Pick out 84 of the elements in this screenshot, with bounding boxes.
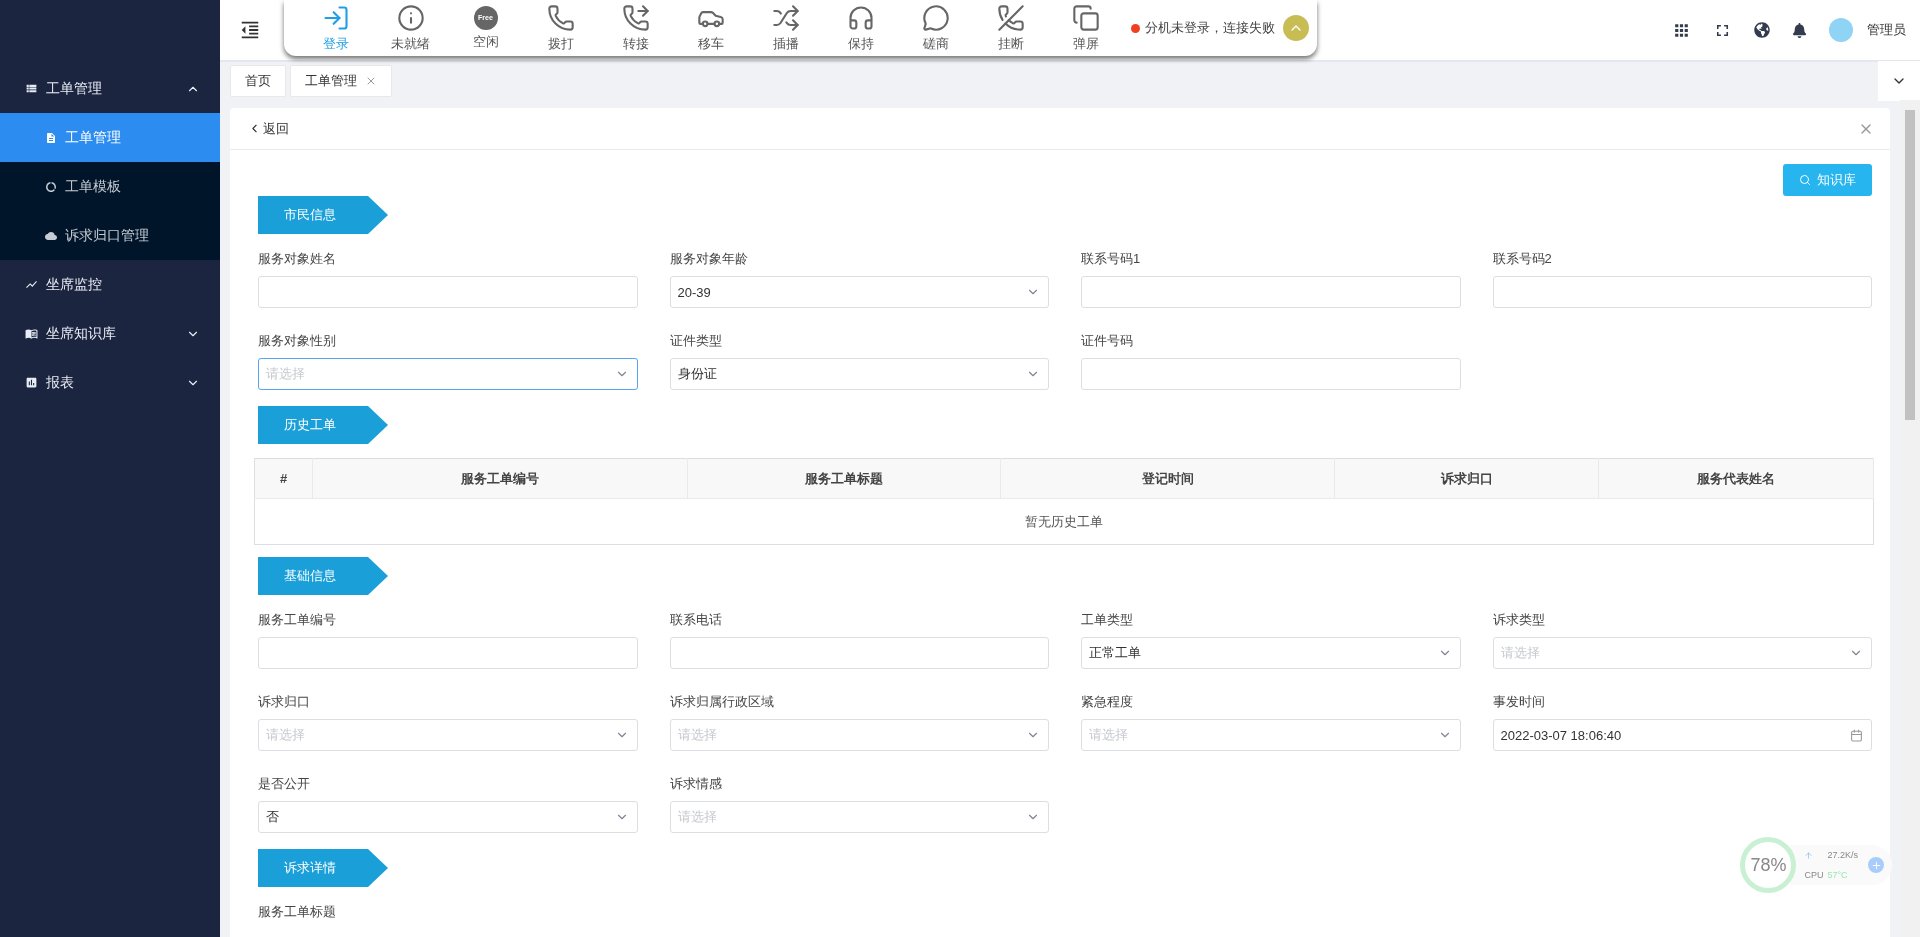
toolbar-button[interactable]: 保持: [823, 0, 898, 56]
column-header: 登记时间: [1000, 458, 1335, 499]
page-tab[interactable]: 首页: [230, 65, 286, 97]
sidebar-item[interactable]: 报表: [0, 358, 220, 407]
search-icon: [1799, 174, 1811, 186]
field-label: 事发时间: [1492, 693, 1546, 711]
network-speed: 27.2K/s: [1827, 850, 1858, 860]
text-field[interactable]: [258, 637, 638, 669]
column-header: #: [254, 458, 313, 499]
field-label: 是否公开: [258, 775, 311, 793]
field-label: 紧急程度: [1081, 693, 1134, 711]
field-label: 工单类型: [1081, 611, 1134, 629]
section-banner: 市民信息: [258, 196, 388, 234]
sidebar-item[interactable]: 坐席监控: [0, 260, 220, 309]
user-name[interactable]: 管理员: [1867, 21, 1906, 39]
field-label: 诉求归口: [258, 693, 311, 711]
select-field[interactable]: 否: [258, 801, 638, 833]
globe-icon[interactable]: [1754, 22, 1770, 38]
column-header: 服务代表姓名: [1598, 458, 1874, 499]
sidebar-subitem[interactable]: 诉求归口管理: [0, 211, 220, 260]
plus-icon: [1870, 859, 1882, 871]
toolbar-button[interactable]: 拨打: [523, 0, 598, 56]
select-field[interactable]: 20-39: [669, 276, 1049, 308]
scrollbar[interactable]: [1900, 100, 1920, 937]
select-field[interactable]: 身份证: [669, 358, 1049, 390]
empty-message: 暂无历史工单: [254, 498, 1874, 545]
indent-icon: [239, 19, 261, 41]
toolbar-button[interactable]: 弹屏: [1048, 0, 1123, 56]
speech-bubble-icon: [921, 3, 950, 32]
sidebar-item[interactable]: 工单管理: [0, 64, 220, 113]
field-label: 服务对象年龄: [669, 250, 749, 268]
field-label: 联系号码1: [1081, 250, 1142, 268]
field-label: 服务对象姓名: [258, 250, 337, 268]
field-label: 服务工单编号: [258, 611, 337, 629]
status-text: 分机未登录，连接失败: [1145, 19, 1275, 37]
text-field[interactable]: [258, 276, 638, 308]
text-field[interactable]: [1081, 276, 1461, 308]
date-field[interactable]: 2022-03-07 18:06:40: [1492, 719, 1872, 751]
toolbar-button[interactable]: 转接: [598, 0, 673, 56]
field-label: 诉求归属行政区域: [669, 693, 775, 711]
field-label: 服务工单标题: [258, 903, 337, 921]
tabs-dropdown-button[interactable]: [1878, 61, 1920, 101]
field-label: 诉求类型: [1492, 611, 1546, 629]
section-banner: 历史工单: [258, 406, 388, 444]
field-label: 联系电话: [669, 611, 723, 629]
section-banner: 基础信息: [258, 557, 388, 595]
back-link[interactable]: 返回: [248, 119, 289, 138]
arrow-up-icon: [1804, 850, 1814, 860]
info-icon: [396, 3, 425, 32]
sidebar-subitem[interactable]: 工单模板: [0, 162, 220, 211]
sidebar-item[interactable]: 坐席知识库: [0, 309, 220, 358]
toolbar-button[interactable]: 未就绪: [373, 0, 448, 56]
text-field[interactable]: [1492, 276, 1872, 308]
toolbar-button[interactable]: 挂断: [973, 0, 1048, 56]
avatar[interactable]: [1829, 18, 1853, 42]
toolbar-button[interactable]: 移车: [673, 0, 748, 56]
column-header: 服务工单标题: [687, 458, 1001, 499]
headphones-icon: [846, 3, 875, 32]
bell-icon[interactable]: [1792, 22, 1807, 38]
page-tab[interactable]: 工单管理: [290, 65, 392, 97]
text-field[interactable]: [1081, 358, 1461, 390]
copy-icon: [1071, 3, 1100, 32]
collapse-button[interactable]: [1283, 15, 1309, 41]
column-header: 服务工单编号: [312, 458, 688, 499]
text-field[interactable]: [669, 637, 1049, 669]
close-icon[interactable]: [365, 75, 377, 87]
column-header: 诉求归口: [1334, 458, 1599, 499]
field-label: 诉求情感: [669, 775, 723, 793]
shuffle-icon: [771, 3, 800, 32]
field-label: 联系号码2: [1492, 250, 1553, 268]
section-banner: 诉求详情: [258, 849, 388, 887]
toolbar-button[interactable]: 磋商: [898, 0, 973, 56]
phone-forward-icon: [621, 3, 650, 32]
select-field[interactable]: 正常工单: [1081, 637, 1461, 669]
cpu-temperature: 57°C: [1827, 870, 1849, 880]
cpu-label: CPU: [1804, 870, 1824, 880]
phone-off-icon: [996, 3, 1025, 32]
field-label: 服务对象性别: [258, 332, 337, 350]
plus-button[interactable]: [1868, 857, 1884, 873]
field-label: 证件类型: [669, 332, 723, 350]
phone-icon: [546, 3, 575, 32]
calendar-icon: [1850, 728, 1863, 742]
field-label: 证件号码: [1081, 332, 1134, 350]
toolbar-button[interactable]: 插播: [748, 0, 823, 56]
